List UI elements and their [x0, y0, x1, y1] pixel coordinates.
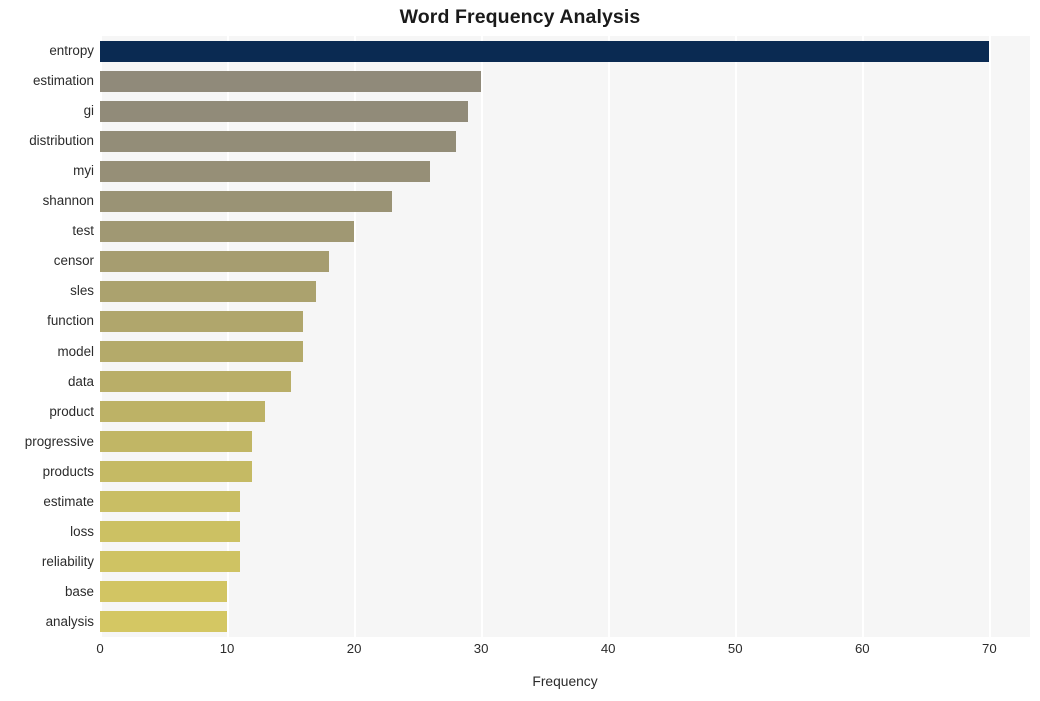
bar-gi[interactable]	[100, 100, 469, 122]
y-axis-label-censor: censor	[53, 253, 94, 269]
bar-reliability[interactable]	[100, 551, 240, 573]
bar-loss[interactable]	[100, 521, 240, 543]
bar-row[interactable]	[100, 551, 1030, 573]
bar-row[interactable]	[100, 190, 1030, 212]
bar-shannon[interactable]	[100, 190, 393, 212]
x-tick-label-30: 30	[473, 641, 489, 656]
y-axis-label-loss: loss	[70, 523, 94, 539]
y-axis-label-base: base	[64, 583, 94, 599]
gridline-70	[989, 36, 991, 637]
bar-row[interactable]	[100, 521, 1030, 543]
gridline-20	[354, 36, 356, 637]
y-axis-label-function: function	[47, 313, 94, 329]
bar-estimate[interactable]	[100, 491, 240, 513]
y-axis-label-model: model	[57, 343, 94, 359]
bar-row[interactable]	[100, 130, 1030, 152]
y-axis-label-analysis: analysis	[45, 613, 94, 629]
y-axis-label-distribution: distribution	[29, 133, 94, 149]
gridline-30	[481, 36, 483, 637]
bar-product[interactable]	[100, 401, 266, 423]
gridline-60	[862, 36, 864, 637]
plot-area	[100, 36, 1030, 637]
bar-row[interactable]	[100, 250, 1030, 272]
bar-censor[interactable]	[100, 250, 329, 272]
y-axis-label-gi: gi	[83, 103, 94, 119]
bar-analysis[interactable]	[100, 611, 228, 633]
x-axis-tick-labels: 0 10 20 30 40 50 60 70	[96, 641, 1030, 663]
y-axis-label-test: test	[72, 223, 94, 239]
y-axis-label-estimation: estimation	[32, 73, 94, 89]
bar-row[interactable]	[100, 341, 1030, 363]
gridline-50	[735, 36, 737, 637]
chart-title: Word Frequency Analysis	[399, 6, 641, 28]
gridline-40	[608, 36, 610, 637]
bar-row[interactable]	[100, 431, 1030, 453]
bar-progressive[interactable]	[100, 431, 253, 453]
gridline-10	[227, 36, 229, 637]
bar-row[interactable]	[100, 371, 1030, 393]
bar-row[interactable]	[100, 160, 1030, 182]
x-tick-label-50: 50	[727, 641, 743, 656]
bar-products[interactable]	[100, 461, 253, 483]
bar-entropy[interactable]	[100, 40, 990, 62]
y-axis-label-reliability: reliability	[41, 553, 94, 569]
x-tick-label-40: 40	[600, 641, 616, 656]
bar-base[interactable]	[100, 581, 228, 603]
word-frequency-chart: Word Frequency Analysis entropy estimatio…	[0, 0, 1040, 701]
x-tick-label-70: 70	[982, 641, 997, 656]
y-axis-label-sles: sles	[70, 283, 94, 299]
bar-model[interactable]	[100, 341, 304, 363]
bar-row[interactable]	[100, 581, 1030, 603]
x-tick-label-10: 10	[219, 641, 235, 656]
y-axis-label-progressive: progressive	[24, 433, 94, 449]
y-axis-label-data: data	[67, 373, 94, 389]
bar-row[interactable]	[100, 310, 1030, 332]
bar-data[interactable]	[100, 371, 291, 393]
bar-row[interactable]	[100, 100, 1030, 122]
y-axis-label-products: products	[42, 463, 94, 479]
x-tick-label-0: 0	[96, 641, 104, 656]
y-axis-label-shannon: shannon	[42, 193, 94, 209]
bar-estimation[interactable]	[100, 70, 482, 92]
bar-row[interactable]	[100, 611, 1030, 633]
x-tick-label-20: 20	[346, 641, 362, 656]
bar-test[interactable]	[100, 220, 355, 242]
y-axis-label-product: product	[49, 403, 94, 419]
bar-row[interactable]	[100, 401, 1030, 423]
y-axis-label-estimate: estimate	[43, 493, 94, 509]
x-tick-label-60: 60	[854, 641, 870, 656]
y-axis-label-entropy: entropy	[49, 43, 94, 59]
bar-row[interactable]	[100, 280, 1030, 302]
bar-row[interactable]	[100, 40, 1030, 62]
y-axis-labels: entropy estimation gi distribution myi shanno…	[0, 36, 94, 637]
x-axis-title: Frequency	[532, 674, 598, 689]
y-axis-label-myi: myi	[73, 163, 94, 179]
bar-myi[interactable]	[100, 160, 431, 182]
bar-function[interactable]	[100, 310, 304, 332]
gridline-0	[100, 36, 102, 637]
bar-row[interactable]	[100, 70, 1030, 92]
bar-sles[interactable]	[100, 280, 316, 302]
bar-row[interactable]	[100, 491, 1030, 513]
bar-row[interactable]	[100, 461, 1030, 483]
bar-distribution[interactable]	[100, 130, 456, 152]
bar-row[interactable]	[100, 220, 1030, 242]
